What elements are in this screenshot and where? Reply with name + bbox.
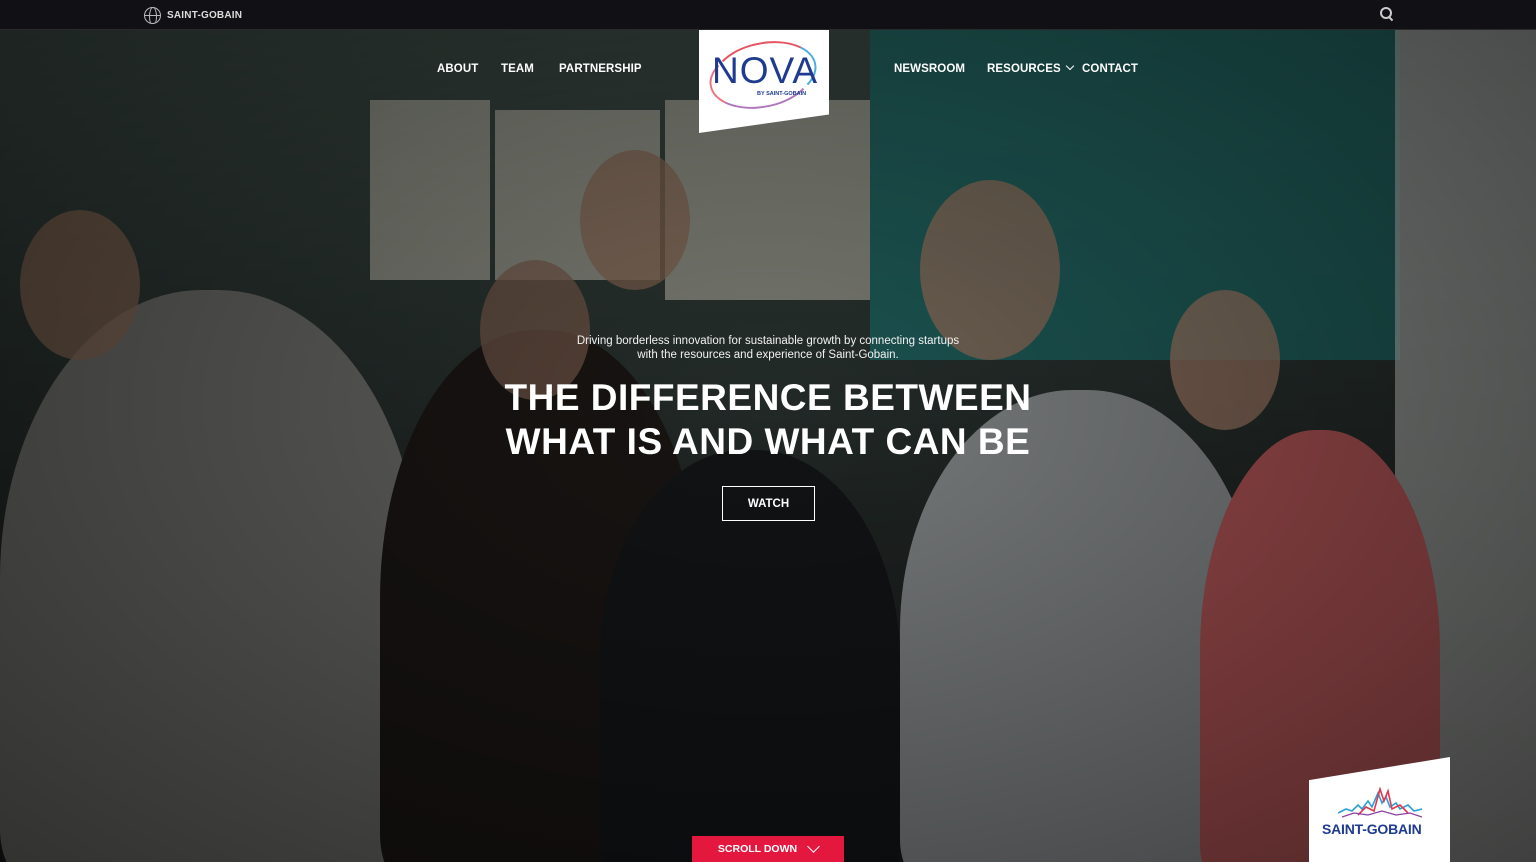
nav-about[interactable]: ABOUT bbox=[437, 63, 478, 75]
chevron-down-icon bbox=[807, 839, 820, 853]
nav-team[interactable]: TEAM bbox=[501, 63, 534, 75]
skyline-logo-icon bbox=[1338, 787, 1422, 818]
top-utility-bar: SAINT-GOBAIN bbox=[0, 0, 1536, 30]
hero-tagline: Driving borderless innovation for sustai… bbox=[576, 335, 960, 361]
globe-icon bbox=[144, 7, 161, 24]
nav-newsroom[interactable]: NEWSROOM bbox=[894, 63, 965, 75]
logo-subtitle: BY SAINT-GOBAIN bbox=[757, 91, 807, 97]
nav-resources[interactable]: RESOURCES bbox=[987, 61, 1074, 75]
watch-button[interactable]: WATCH bbox=[722, 486, 815, 521]
scroll-down-label: SCROLL DOWN bbox=[717, 843, 798, 855]
search-icon[interactable] bbox=[1380, 7, 1394, 21]
hero-headline: THE DIFFERENCE BETWEEN WHAT IS AND WHAT … bbox=[468, 376, 1068, 464]
scroll-down-button[interactable]: SCROLL DOWN bbox=[692, 836, 844, 862]
hero-headline-line-1: THE DIFFERENCE BETWEEN bbox=[504, 377, 1032, 418]
nav-contact[interactable]: CONTACT bbox=[1082, 63, 1138, 75]
saint-gobain-group-link[interactable]: SAINT-GOBAIN bbox=[144, 7, 242, 24]
hero-headline-line-2: WHAT IS AND WHAT CAN BE bbox=[505, 421, 1031, 462]
saint-gobain-badge-label: SAINT-GOBAIN bbox=[1322, 821, 1422, 837]
logo-wordmark: NOVA bbox=[712, 50, 819, 91]
saint-gobain-group-label: SAINT-GOBAIN bbox=[167, 10, 243, 21]
chevron-down-icon bbox=[1065, 61, 1074, 71]
nav-resources-label: RESOURCES bbox=[987, 63, 1061, 75]
nav-partnership[interactable]: PARTNERSHIP bbox=[559, 63, 642, 75]
